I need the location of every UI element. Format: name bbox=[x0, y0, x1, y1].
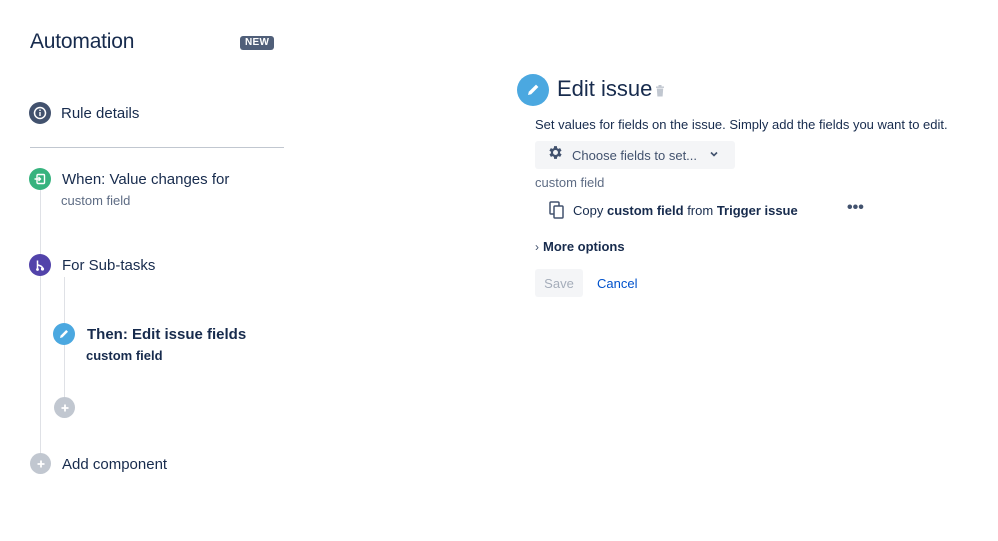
save-button[interactable]: Save bbox=[535, 269, 583, 297]
more-options-label: More options bbox=[543, 239, 625, 254]
copy-field: custom field bbox=[606, 203, 684, 218]
copy-from: from bbox=[687, 203, 714, 218]
add-component-button[interactable]: Add component bbox=[62, 456, 167, 473]
copy-rule-text[interactable]: Copy custom field from Trigger issue bbox=[573, 203, 798, 218]
rule-details-link[interactable]: Rule details bbox=[61, 105, 139, 122]
choose-fields-label: Choose fields to set... bbox=[572, 147, 698, 163]
editor-description: Set values for fields on the issue. Simp… bbox=[535, 117, 948, 132]
pencil-icon bbox=[517, 74, 549, 106]
copy-verb: Copy bbox=[573, 203, 604, 218]
action-subtitle: custom field bbox=[86, 348, 163, 363]
chevron-right-icon: › bbox=[535, 240, 539, 254]
choose-fields-dropdown[interactable]: Choose fields to set... bbox=[535, 141, 735, 169]
action-label[interactable]: Then: Edit issue fields bbox=[87, 326, 246, 343]
copy-icon bbox=[549, 201, 565, 224]
more-icon[interactable]: ••• bbox=[847, 200, 864, 216]
plus-icon[interactable] bbox=[54, 397, 75, 418]
editor-title: Edit issue bbox=[557, 76, 653, 101]
divider bbox=[30, 147, 284, 148]
field-label: custom field bbox=[535, 175, 605, 190]
trigger-subtitle: custom field bbox=[61, 193, 131, 208]
copy-source: Trigger issue bbox=[716, 203, 798, 218]
gear-icon bbox=[547, 144, 564, 166]
trigger-label[interactable]: When: Value changes for bbox=[62, 171, 229, 188]
branch-icon[interactable] bbox=[29, 254, 51, 276]
flow-line bbox=[40, 190, 41, 465]
trigger-icon[interactable] bbox=[29, 168, 51, 190]
chevron-down-icon bbox=[709, 146, 719, 164]
new-badge: NEW bbox=[240, 36, 275, 50]
more-options-toggle[interactable]: › More options bbox=[535, 239, 625, 254]
branch-label[interactable]: For Sub-tasks bbox=[62, 257, 155, 274]
plus-icon[interactable] bbox=[30, 453, 51, 474]
trash-icon[interactable] bbox=[655, 84, 665, 102]
page-title: Automation bbox=[30, 30, 135, 53]
info-icon[interactable] bbox=[29, 102, 51, 124]
pencil-icon[interactable] bbox=[53, 323, 75, 345]
cancel-button[interactable]: Cancel bbox=[597, 276, 637, 291]
